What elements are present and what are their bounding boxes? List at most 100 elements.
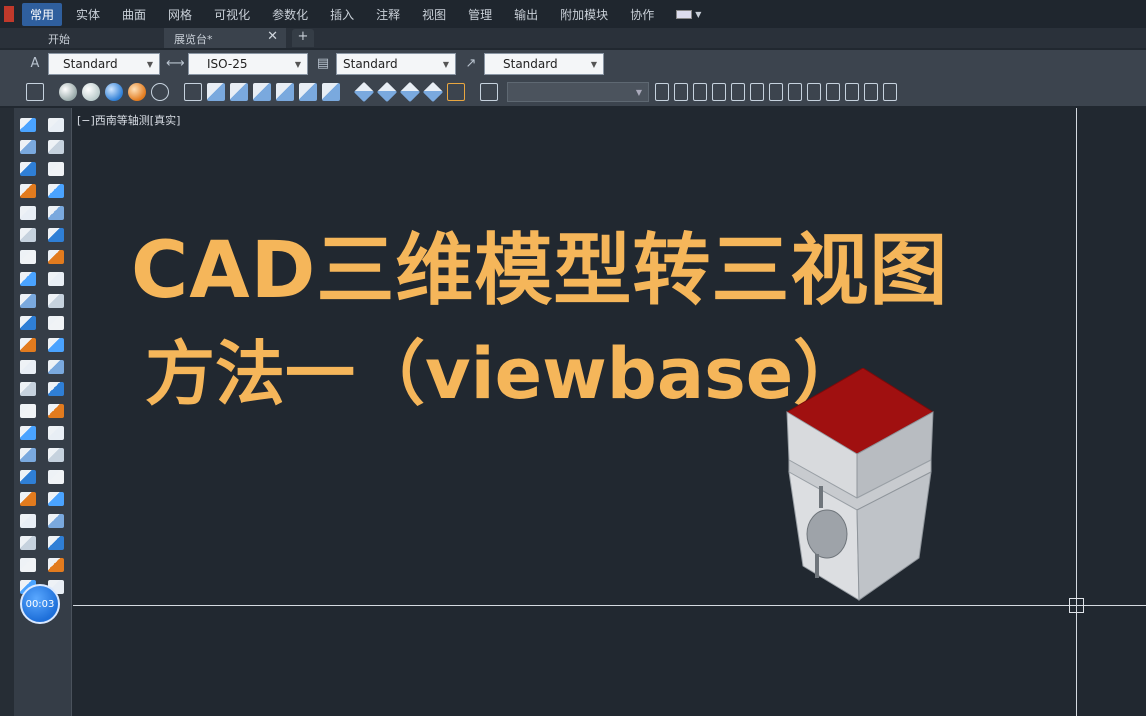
modeling-tool-icon[interactable] [20, 448, 36, 462]
modeling-tool-icon[interactable] [20, 118, 36, 132]
modeling-tool-icon[interactable] [48, 404, 64, 418]
modeling-tool-icon[interactable] [20, 470, 36, 484]
drawing-viewport[interactable]: [−]西南等轴测[真实] CAD三维模型转三视图 方法一（viewbase） [73, 108, 1146, 716]
tab-insert[interactable]: 插入 [322, 3, 362, 26]
modeling-tool-icon[interactable] [20, 250, 36, 264]
tab-home[interactable]: 常用 [22, 2, 63, 26]
modeling-tool-icon[interactable] [48, 536, 64, 550]
modeling-tool-icon[interactable] [20, 316, 36, 330]
ucs-origin-icon[interactable] [769, 83, 783, 101]
panel-toggle-icon[interactable] [676, 9, 693, 19]
named-views-icon[interactable] [480, 83, 498, 101]
new-tab-button[interactable]: + [292, 29, 314, 47]
modeling-tool-icon[interactable] [20, 404, 36, 418]
ucs-view-icon[interactable] [750, 83, 764, 101]
modeling-tool-icon[interactable] [48, 228, 64, 242]
ucs-zaxis-icon[interactable] [788, 83, 802, 101]
modeling-tool-icon[interactable] [20, 426, 36, 440]
view-right-icon[interactable] [276, 83, 294, 101]
tab-parametric[interactable]: 参数化 [264, 3, 316, 26]
view-sw-iso-icon[interactable] [353, 81, 375, 103]
modeling-tool-icon[interactable] [48, 338, 64, 352]
modeling-tool-icon[interactable] [48, 294, 64, 308]
ucs-y-icon[interactable] [845, 83, 859, 101]
modeling-tool-icon[interactable] [20, 514, 36, 528]
visual-style-hidden-icon[interactable] [82, 83, 100, 101]
modeling-tool-icon[interactable] [20, 140, 36, 154]
modeling-tool-icon[interactable] [48, 140, 64, 154]
modeling-tool-icon[interactable] [48, 272, 64, 286]
ucs-face-icon[interactable] [712, 83, 726, 101]
modeling-tool-icon[interactable] [20, 536, 36, 550]
modeling-tool-icon[interactable] [48, 118, 64, 132]
dim-style-select[interactable]: ISO-25 ▼ [188, 53, 308, 75]
3d-model[interactable] [781, 368, 941, 608]
ucs-previous-icon[interactable] [693, 83, 707, 101]
modeling-tool-icon[interactable] [48, 470, 64, 484]
modeling-tool-icon[interactable] [20, 206, 36, 220]
modeling-tool-icon[interactable] [20, 338, 36, 352]
modeling-tool-icon[interactable] [20, 360, 36, 374]
modeling-tool-icon[interactable] [48, 184, 64, 198]
modeling-tool-icon[interactable] [20, 184, 36, 198]
recording-timer-badge[interactable]: 00:03 [20, 584, 60, 624]
app-icon[interactable] [4, 6, 14, 22]
view-cube-icon[interactable] [26, 83, 44, 101]
camera-icon[interactable] [447, 83, 465, 101]
modeling-tool-icon[interactable] [48, 426, 64, 440]
ucs-world-icon[interactable] [674, 83, 688, 101]
text-style-icon[interactable]: A [26, 55, 44, 73]
multileader-style-icon[interactable]: ↗ [462, 55, 480, 73]
ucs-3point-icon[interactable] [807, 83, 821, 101]
modeling-tool-icon[interactable] [20, 558, 36, 572]
render-icon[interactable] [184, 83, 202, 101]
modeling-tool-icon[interactable] [48, 206, 64, 220]
visual-style-manager-icon[interactable] [151, 83, 169, 101]
tab-view[interactable]: 视图 [414, 3, 454, 26]
modeling-tool-icon[interactable] [20, 272, 36, 286]
modeling-tool-icon[interactable] [48, 162, 64, 176]
tab-drawing-active[interactable]: 展览台* ✕ [164, 28, 286, 48]
view-bottom-icon[interactable] [230, 83, 248, 101]
modeling-tool-icon[interactable] [20, 492, 36, 506]
visual-style-wire-icon[interactable] [59, 83, 77, 101]
tab-solid[interactable]: 实体 [68, 3, 108, 26]
modeling-tool-icon[interactable] [20, 382, 36, 396]
modeling-tool-icon[interactable] [20, 228, 36, 242]
view-ne-iso-icon[interactable] [399, 81, 421, 103]
chevron-down-icon[interactable]: ▼ [695, 10, 701, 19]
tab-manage[interactable]: 管理 [460, 3, 500, 26]
tab-start[interactable]: 开始 [0, 28, 120, 48]
view-nw-iso-icon[interactable] [422, 81, 444, 103]
modeling-tool-icon[interactable] [48, 514, 64, 528]
ucs-apply-icon[interactable] [883, 83, 897, 101]
view-front-icon[interactable] [299, 83, 317, 101]
ucs-z-icon[interactable] [864, 83, 878, 101]
tab-surface[interactable]: 曲面 [114, 3, 154, 26]
visual-style-shaded-icon[interactable] [105, 83, 123, 101]
ucs-object-icon[interactable] [731, 83, 745, 101]
modeling-tool-icon[interactable] [48, 250, 64, 264]
view-se-iso-icon[interactable] [376, 81, 398, 103]
table-style-icon[interactable]: ▤ [314, 55, 332, 73]
table-style-select[interactable]: Standard ▼ [336, 53, 456, 75]
modeling-tool-icon[interactable] [20, 294, 36, 308]
ucs-icon[interactable] [655, 83, 669, 101]
viewport-controls-label[interactable]: [−]西南等轴测[真实] [77, 112, 180, 128]
multileader-style-select[interactable]: Standard ▼ [484, 53, 604, 75]
modeling-tool-icon[interactable] [48, 382, 64, 396]
modeling-tool-icon[interactable] [48, 492, 64, 506]
text-style-select[interactable]: Standard ▼ [48, 53, 160, 75]
tab-visualize[interactable]: 可视化 [206, 3, 258, 26]
view-left-icon[interactable] [253, 83, 271, 101]
tab-addins[interactable]: 附加模块 [552, 3, 616, 26]
modeling-tool-icon[interactable] [48, 360, 64, 374]
tab-output[interactable]: 输出 [506, 3, 546, 26]
close-icon[interactable]: ✕ [267, 29, 278, 44]
visual-style-realistic-icon[interactable] [128, 83, 146, 101]
tab-mesh[interactable]: 网格 [160, 3, 200, 26]
view-top-icon[interactable] [207, 83, 225, 101]
modeling-tool-icon[interactable] [48, 316, 64, 330]
ucs-x-icon[interactable] [826, 83, 840, 101]
view-back-icon[interactable] [322, 83, 340, 101]
